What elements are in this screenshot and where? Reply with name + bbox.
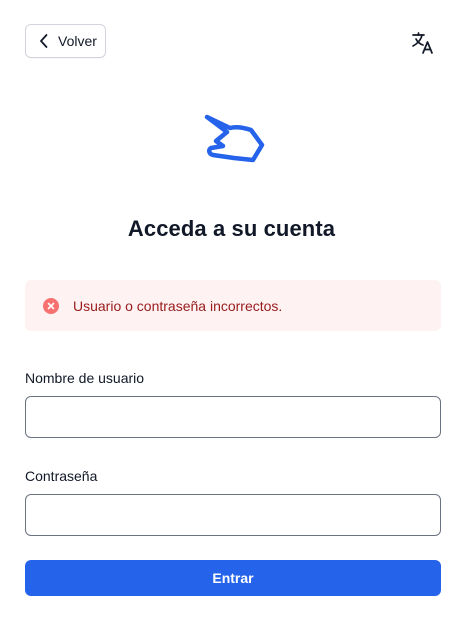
pointing-hand-logo xyxy=(204,114,265,163)
x-circle-icon xyxy=(43,297,59,314)
translate-icon[interactable] xyxy=(410,30,436,56)
back-button-label: Volver xyxy=(58,33,97,49)
error-message: Usuario o contraseña incorrectos. xyxy=(73,297,283,314)
page-title: Acceda a su cuenta xyxy=(127,216,336,241)
chevron-left-icon xyxy=(40,34,48,48)
back-button[interactable]: Volver xyxy=(25,24,106,58)
username-input[interactable] xyxy=(25,396,441,438)
username-label: Nombre de usuario xyxy=(25,370,145,386)
submit-button[interactable]: Entrar xyxy=(25,560,441,596)
error-alert: Usuario o contraseña incorrectos. xyxy=(25,280,441,331)
password-label: Contraseña xyxy=(25,468,98,484)
password-input[interactable] xyxy=(25,494,441,536)
